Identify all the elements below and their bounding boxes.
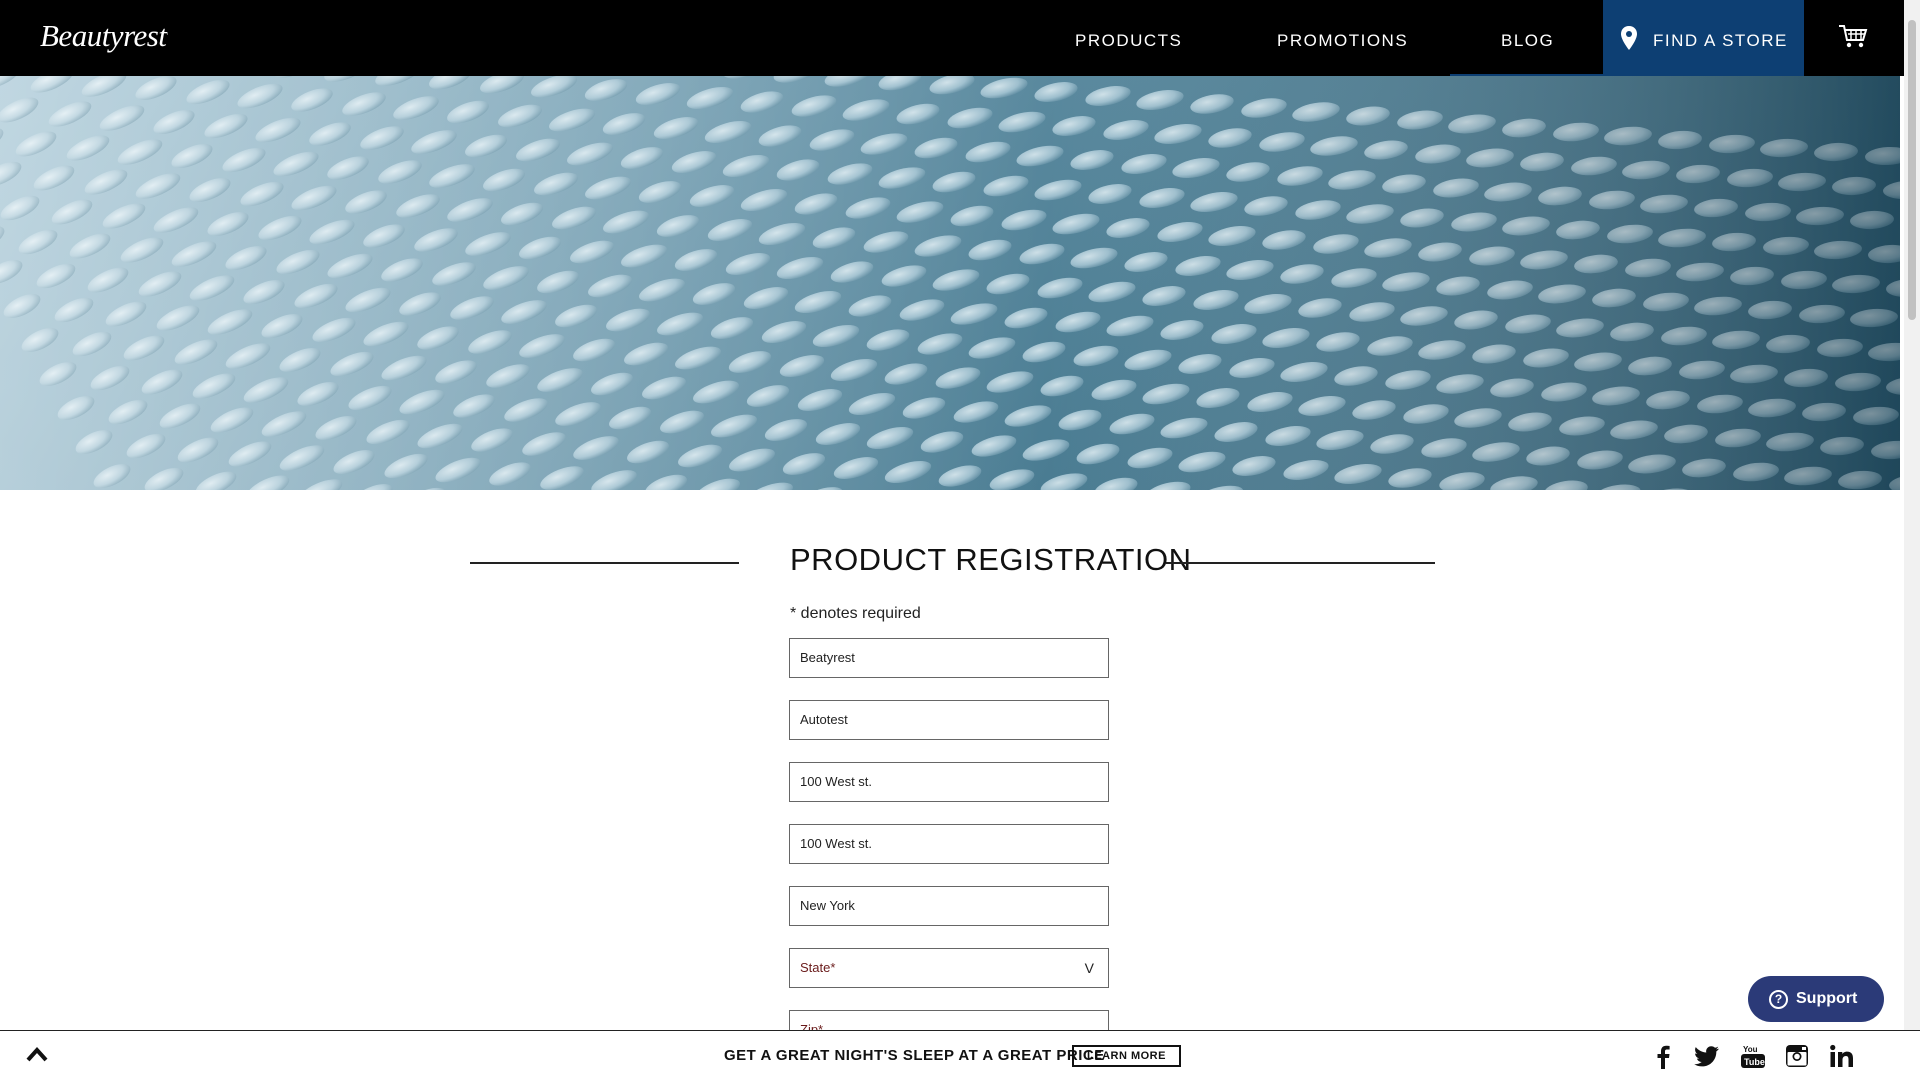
nav-find-a-store[interactable]: FIND A STORE [1603,0,1804,76]
support-button[interactable]: ? Support [1748,976,1884,1022]
nav-products[interactable]: PRODUCTS [1075,0,1182,76]
youtube-icon[interactable]: You Tube [1740,1043,1766,1069]
twitter-icon[interactable] [1694,1043,1720,1069]
title-divider-right [1166,562,1435,564]
chevron-down-icon: V [1084,960,1094,976]
sticky-footer: GET A GREAT NIGHT'S SLEEP AT A GREAT PRI… [0,1030,1920,1080]
shopping-cart-icon[interactable] [1838,24,1868,50]
support-label: Support [1796,990,1858,1007]
svg-text:You: You [1743,1045,1758,1054]
linkedin-icon[interactable] [1829,1043,1855,1069]
question-icon: ? [1769,990,1788,1009]
map-pin-icon [1621,26,1637,50]
facebook-icon[interactable] [1650,1043,1676,1069]
nav-blog[interactable]: BLOG [1501,0,1554,76]
state-select[interactable]: State* V [789,948,1109,988]
address-line2-field[interactable]: 100 West st. [789,824,1109,864]
required-note: * denotes required [790,605,921,622]
page-title: PRODUCT REGISTRATION [790,542,1192,577]
nav-promotions[interactable]: PROMOTIONS [1277,0,1408,76]
coil-pattern [0,76,1900,490]
first-name-field[interactable]: Beatyrest [789,638,1109,678]
promo-text: GET A GREAT NIGHT'S SLEEP AT A GREAT PRI… [724,1047,1105,1064]
scrollbar-thumb[interactable] [1908,20,1916,320]
hero-image [0,76,1900,490]
site-header: Beautyrest. PRODUCTS PROMOTIONS BLOG FIN… [0,0,1905,76]
state-placeholder: State* [800,960,836,975]
address-line1-field[interactable]: 100 West st. [789,762,1109,802]
city-field[interactable]: New York [789,886,1109,926]
svg-text:Tube: Tube [1744,1057,1765,1067]
learn-more-button[interactable]: LEARN MORE [1072,1045,1181,1067]
last-name-field[interactable]: Autotest [789,700,1109,740]
beautyrest-logo[interactable]: Beautyrest. [40,18,168,54]
arrow-up-icon[interactable] [26,1045,48,1063]
title-divider-left [470,562,739,564]
hero-shading [0,76,1900,490]
instagram-icon[interactable] [1784,1043,1810,1069]
page: Beautyrest. PRODUCTS PROMOTIONS BLOG FIN… [0,0,1920,1080]
find-store-label: FIND A STORE [1653,31,1788,50]
